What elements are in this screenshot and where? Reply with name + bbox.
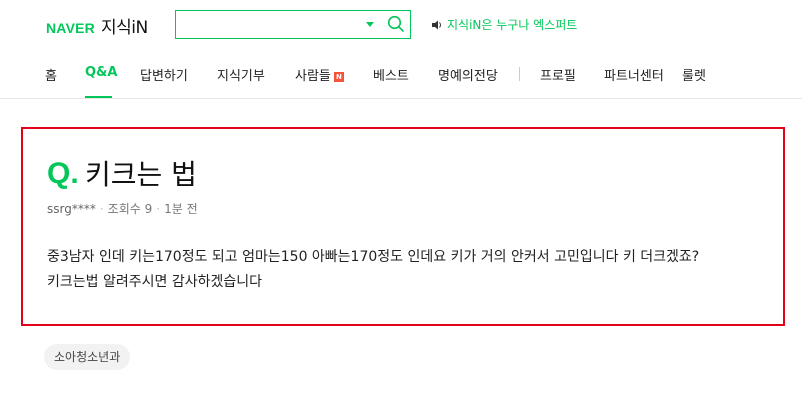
search-box[interactable] xyxy=(175,10,411,39)
nav-item-qna[interactable]: Q&A xyxy=(85,65,117,80)
chevron-down-icon[interactable] xyxy=(366,22,374,27)
question-body-line: 중3남자 인데 키는170정도 되고 엄마는150 아빠는170정도 인데요 키… xyxy=(47,249,700,265)
nav-item-people-label: 사람들 xyxy=(295,69,331,84)
nav-item-profile[interactable]: 프로필 xyxy=(540,65,576,84)
post-time: 1분 전 xyxy=(164,202,198,216)
nav-item-home[interactable]: 홈 xyxy=(45,65,57,84)
nav-item-answer[interactable]: 답변하기 xyxy=(140,65,188,84)
nav-item-partner-center[interactable]: 파트너센터 xyxy=(604,65,664,84)
active-tab-indicator xyxy=(85,96,112,98)
question-marker: Q. xyxy=(47,157,79,190)
nav-item-people[interactable]: 사람들 N xyxy=(295,65,344,84)
nav-divider xyxy=(519,67,520,81)
question-meta: ssrg**** · 조회수 9 · 1분 전 xyxy=(47,200,198,217)
nav-item-roulette[interactable]: 룰렛 xyxy=(682,65,706,84)
nav-item-hall-of-fame[interactable]: 명예의전당 xyxy=(438,65,498,84)
question-body-line: 키크는법 알려주시면 감사하겠습니다 xyxy=(47,274,262,290)
question-card: Q. 키크는 법 ssrg**** · 조회수 9 · 1분 전 중3남자 인데 키는1… xyxy=(21,127,785,326)
question-title: 키크는 법 xyxy=(85,158,197,191)
search-icon[interactable] xyxy=(386,14,406,34)
promo-text[interactable]: 지식iN은 누구나 엑스퍼트 xyxy=(447,16,577,33)
logo[interactable]: NAVER 지식iN xyxy=(46,13,148,38)
meta-separator: · xyxy=(99,202,104,216)
view-count: 조회수 9 xyxy=(107,202,153,216)
nav-item-donate[interactable]: 지식기부 xyxy=(217,65,265,84)
main-nav: 홈 Q&A 답변하기 지식기부 사람들 N 베스트 명예의전당 프로필 파트너센터… xyxy=(0,50,802,99)
kin-logo[interactable]: 지식iN xyxy=(101,13,148,38)
speaker-icon xyxy=(432,20,441,29)
author-name[interactable]: ssrg**** xyxy=(47,202,96,216)
new-badge: N xyxy=(333,71,344,82)
meta-separator: · xyxy=(156,202,161,216)
nav-item-best[interactable]: 베스트 xyxy=(373,65,409,84)
question-body: 중3남자 인데 키는170정도 되고 엄마는150 아빠는170정도 인데요 키… xyxy=(47,245,777,295)
expert-promo-link[interactable]: 지식iN은 누구나 엑스퍼트 xyxy=(431,16,577,33)
header: NAVER 지식iN 지식iN은 누구나 엑스퍼트 xyxy=(0,0,802,50)
naver-logo[interactable]: NAVER xyxy=(46,20,95,36)
category-tag[interactable]: 소아청소년과 xyxy=(44,344,131,370)
search-input[interactable] xyxy=(180,14,360,35)
